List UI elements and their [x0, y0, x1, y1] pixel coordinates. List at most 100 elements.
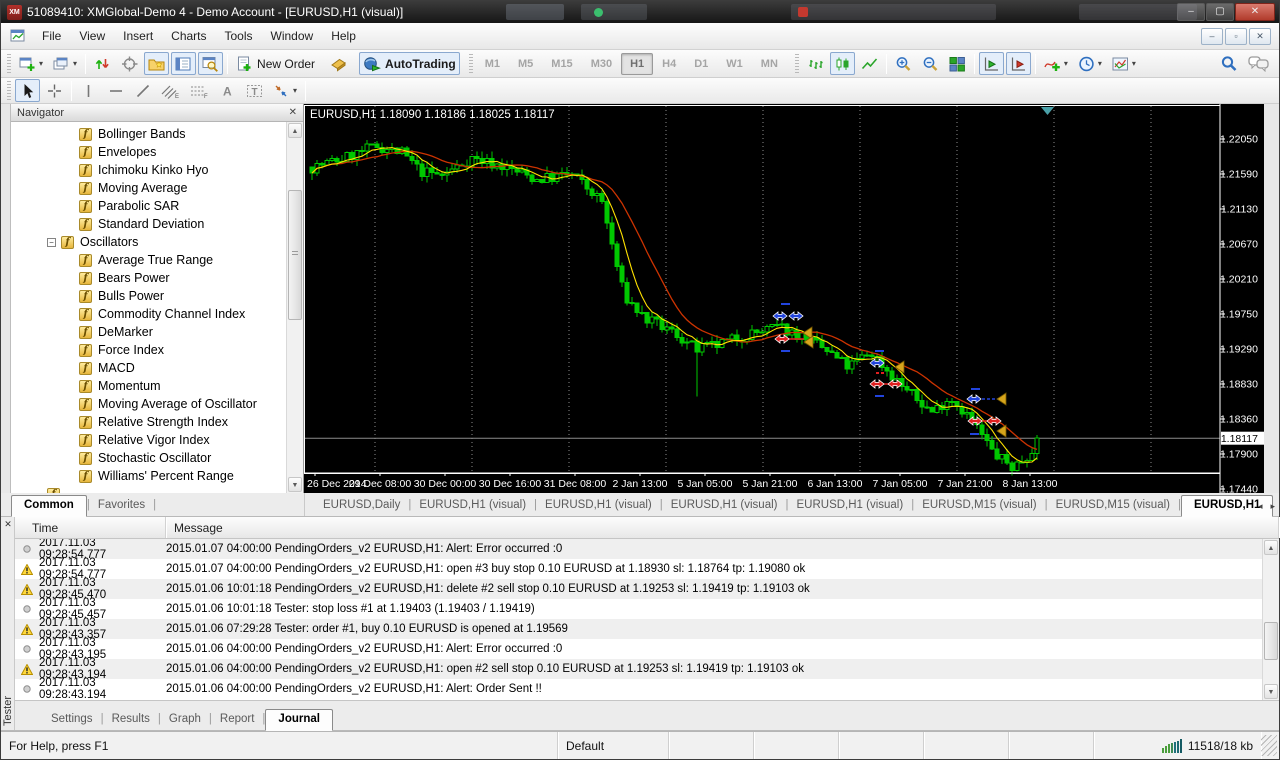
journal-row[interactable]: 2017.11.03 09:28:43.194 2015.01.06 04:00:… — [15, 657, 1279, 681]
navigator-item-partial[interactable] — [11, 485, 303, 493]
chart-tab-eurusd-daily[interactable]: EURUSD,Daily — [315, 495, 408, 516]
timeframe-m30[interactable]: M30 — [582, 53, 621, 75]
chart-tab-eurusd-h1-visual[interactable]: EURUSD,H1 (visual) — [663, 495, 786, 516]
zoom-out-button[interactable] — [918, 52, 943, 75]
journal-row[interactable]: 2017.11.03 09:28:45.470 2015.01.06 10:01:… — [15, 577, 1279, 601]
navigator-item-relative-vigor-index[interactable]: Relative Vigor Index — [11, 431, 303, 449]
fibonacci-tool-button[interactable]: F — [186, 79, 213, 102]
tester-tab-journal[interactable]: Journal — [265, 709, 333, 731]
scroll-left-icon[interactable] — [1258, 501, 1263, 512]
line-chart-mode-button[interactable] — [857, 52, 882, 75]
resize-grip[interactable] — [1261, 735, 1277, 756]
navigator-toggle-button[interactable] — [144, 52, 170, 75]
navigator-scrollbar[interactable] — [286, 122, 303, 493]
tile-windows-button[interactable] — [945, 52, 970, 75]
navigator-item-commodity-channel-index[interactable]: Commodity Channel Index — [11, 305, 303, 323]
data-window-button[interactable] — [117, 52, 142, 75]
timeframe-mn[interactable]: MN — [752, 53, 787, 75]
menu-help[interactable]: Help — [322, 24, 365, 48]
mdi-minimize-button[interactable] — [1201, 27, 1223, 45]
timeframe-m1[interactable]: M1 — [476, 53, 509, 75]
navigator-close-icon[interactable] — [289, 107, 297, 118]
profiles-button[interactable] — [49, 52, 81, 75]
tab-common[interactable]: Common — [11, 495, 87, 517]
chart-autoscroll-button[interactable] — [1005, 52, 1031, 75]
timeframe-m5[interactable]: M5 — [509, 53, 542, 75]
menu-file[interactable]: File — [33, 24, 70, 48]
navigator-item-momentum[interactable]: Momentum — [11, 377, 303, 395]
cursor-tool-button[interactable] — [15, 79, 40, 102]
title-bar[interactable]: XM 51089410: XMGlobal-Demo 4 - Demo Acco… — [1, 1, 1279, 23]
tree-collapse-icon[interactable] — [47, 237, 56, 247]
new-chart-button[interactable] — [15, 52, 47, 75]
navigator-item-moving-average[interactable]: Moving Average — [11, 179, 303, 197]
navigator-item-envelopes[interactable]: Envelopes — [11, 143, 303, 161]
zoom-in-button[interactable] — [891, 52, 916, 75]
timeframe-m15[interactable]: M15 — [542, 53, 581, 75]
scroll-right-icon[interactable] — [1270, 501, 1275, 512]
journal-scrollbar[interactable] — [1262, 539, 1279, 700]
chart-tab-eurusd-h1-visual[interactable]: EURUSD,H1 (visual) — [537, 495, 660, 516]
periods-button[interactable] — [1074, 52, 1106, 75]
chart-canvas[interactable]: 1.22050 1.21590 1.21130 1.20670 1.20210 1.197… — [304, 104, 1264, 493]
indicators-button[interactable] — [1040, 52, 1072, 75]
timeframe-w1[interactable]: W1 — [717, 53, 752, 75]
chat-icon[interactable] — [1248, 55, 1270, 72]
vertical-line-tool-button[interactable] — [76, 79, 101, 102]
navigator-item-macd[interactable]: MACD — [11, 359, 303, 377]
tester-tab-report[interactable]: Report — [212, 709, 263, 730]
mdi-close-button[interactable] — [1249, 27, 1271, 45]
navigator-item-parabolic-sar[interactable]: Parabolic SAR — [11, 197, 303, 215]
expert-advisors-button[interactable] — [326, 52, 352, 75]
scroll-down-icon[interactable] — [1264, 684, 1278, 699]
navigator-item-bulls-power[interactable]: Bulls Power — [11, 287, 303, 305]
navigator-item-demarker[interactable]: DeMarker — [11, 323, 303, 341]
timeframe-d1[interactable]: D1 — [685, 53, 717, 75]
journal-row[interactable]: 2017.11.03 09:28:54.777 2015.01.07 04:00:… — [15, 557, 1279, 581]
horizontal-line-tool-button[interactable] — [103, 79, 128, 102]
scroll-up-icon[interactable] — [288, 123, 302, 138]
text-tool-button[interactable]: A — [215, 79, 240, 102]
window-close-button[interactable] — [1235, 3, 1275, 21]
market-watch-button[interactable] — [90, 52, 115, 75]
terminal-toggle-button[interactable] — [171, 52, 197, 75]
navigator-item-standard-deviation[interactable]: Standard Deviation — [11, 215, 303, 233]
text-label-tool-button[interactable]: T — [242, 79, 267, 102]
journal-row[interactable]: 2017.11.03 09:28:43.195 2015.01.06 04:00:… — [15, 637, 1279, 661]
chart-tab-eurusd-m15-visual[interactable]: EURUSD,M15 (visual) — [1048, 495, 1178, 516]
strategy-tester-toggle-button[interactable] — [198, 52, 224, 75]
chart-tab-eurusd-h1-visual[interactable]: EURUSD,H1 (visual) — [411, 495, 534, 516]
timeframe-h1[interactable]: H1 — [621, 52, 654, 75]
trendline-tool-button[interactable] — [130, 79, 155, 102]
journal-row[interactable]: 2017.11.03 09:28:43.357 2015.01.06 07:29:… — [15, 617, 1279, 641]
navigator-item-moving-average-of-oscillator[interactable]: Moving Average of Oscillator — [11, 395, 303, 413]
column-header-time[interactable]: Time — [15, 517, 166, 538]
journal-row[interactable]: 2017.11.03 09:28:43.194 2015.01.06 04:00:… — [15, 677, 1279, 700]
menu-tools[interactable]: Tools — [216, 24, 262, 48]
arrow-objects-button[interactable] — [269, 79, 301, 102]
menu-window[interactable]: Window — [262, 24, 323, 48]
navigator-item-stochastic-oscillator[interactable]: Stochastic Oscillator — [11, 449, 303, 467]
navigator-item-oscillators[interactable]: Oscillators — [11, 233, 303, 251]
toolbar-drag-handle[interactable] — [468, 53, 473, 74]
tester-tab-settings[interactable]: Settings — [43, 709, 101, 730]
navigator-item-bears-power[interactable]: Bears Power — [11, 269, 303, 287]
status-profile[interactable]: Default — [558, 732, 669, 759]
navigator-item-ichimoku-kinko-hyo[interactable]: Ichimoku Kinko Hyo — [11, 161, 303, 179]
chart-shift-button[interactable] — [978, 52, 1004, 75]
menu-insert[interactable]: Insert — [114, 24, 162, 48]
journal-row[interactable]: 2017.11.03 09:28:45.457 2015.01.06 10:01:… — [15, 597, 1279, 621]
navigator-item-average-true-range[interactable]: Average True Range — [11, 251, 303, 269]
chart-tab-eurusd-h1-visual[interactable]: EURUSD,H1 (visual) — [788, 495, 911, 516]
menu-view[interactable]: View — [70, 24, 114, 48]
journal-row[interactable]: 2017.11.03 09:28:54.777 2015.01.07 04:00:… — [15, 539, 1279, 561]
window-maximize-button[interactable] — [1206, 3, 1234, 21]
menu-charts[interactable]: Charts — [162, 24, 215, 48]
navigator-item-williams-percent-range[interactable]: Williams' Percent Range — [11, 467, 303, 485]
toolbar-drag-handle[interactable] — [794, 53, 799, 74]
mdi-restore-button[interactable] — [1225, 27, 1247, 45]
tester-tab-graph[interactable]: Graph — [161, 709, 209, 730]
navigator-item-bollinger-bands[interactable]: Bollinger Bands — [11, 125, 303, 143]
templates-button[interactable] — [1108, 52, 1140, 75]
scrollbar-thumb[interactable] — [288, 190, 302, 320]
